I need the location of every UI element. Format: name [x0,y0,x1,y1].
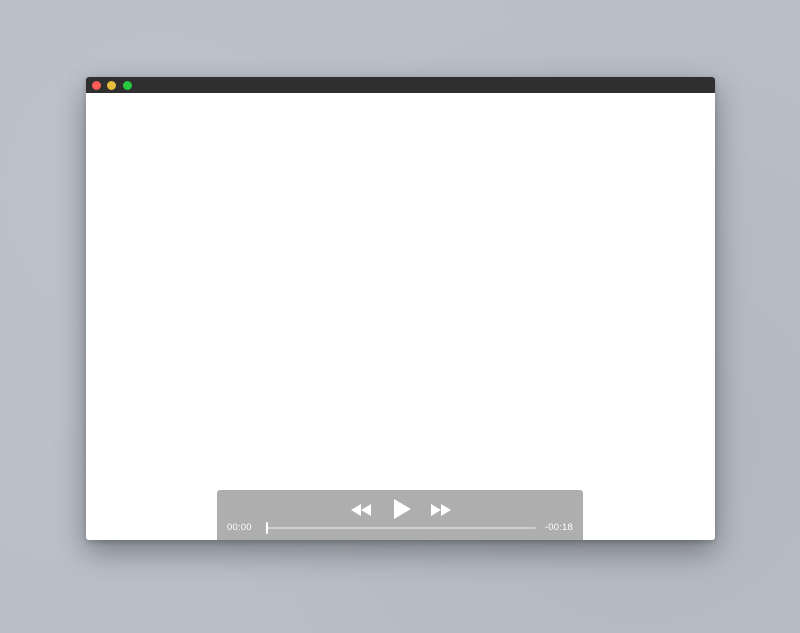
playback-controls: 00:00 -00:18 [217,490,583,540]
rewind-button[interactable] [350,503,372,516]
fast-forward-button[interactable] [430,503,452,516]
video-area[interactable]: 00:00 -00:18 [86,93,715,540]
fast-forward-icon [431,504,451,516]
elapsed-time: 00:00 [227,522,252,533]
title-bar[interactable] [86,77,715,93]
play-button[interactable] [393,499,411,519]
play-icon [394,499,411,519]
playhead-handle[interactable] [266,522,268,534]
close-window-button[interactable] [92,81,101,90]
player-window: 00:00 -00:18 [86,77,715,540]
rewind-icon [351,504,371,516]
progress-scrubber[interactable] [266,522,536,534]
zoom-window-button[interactable] [123,81,132,90]
remaining-time: -00:18 [544,522,573,533]
minimize-window-button[interactable] [107,81,116,90]
